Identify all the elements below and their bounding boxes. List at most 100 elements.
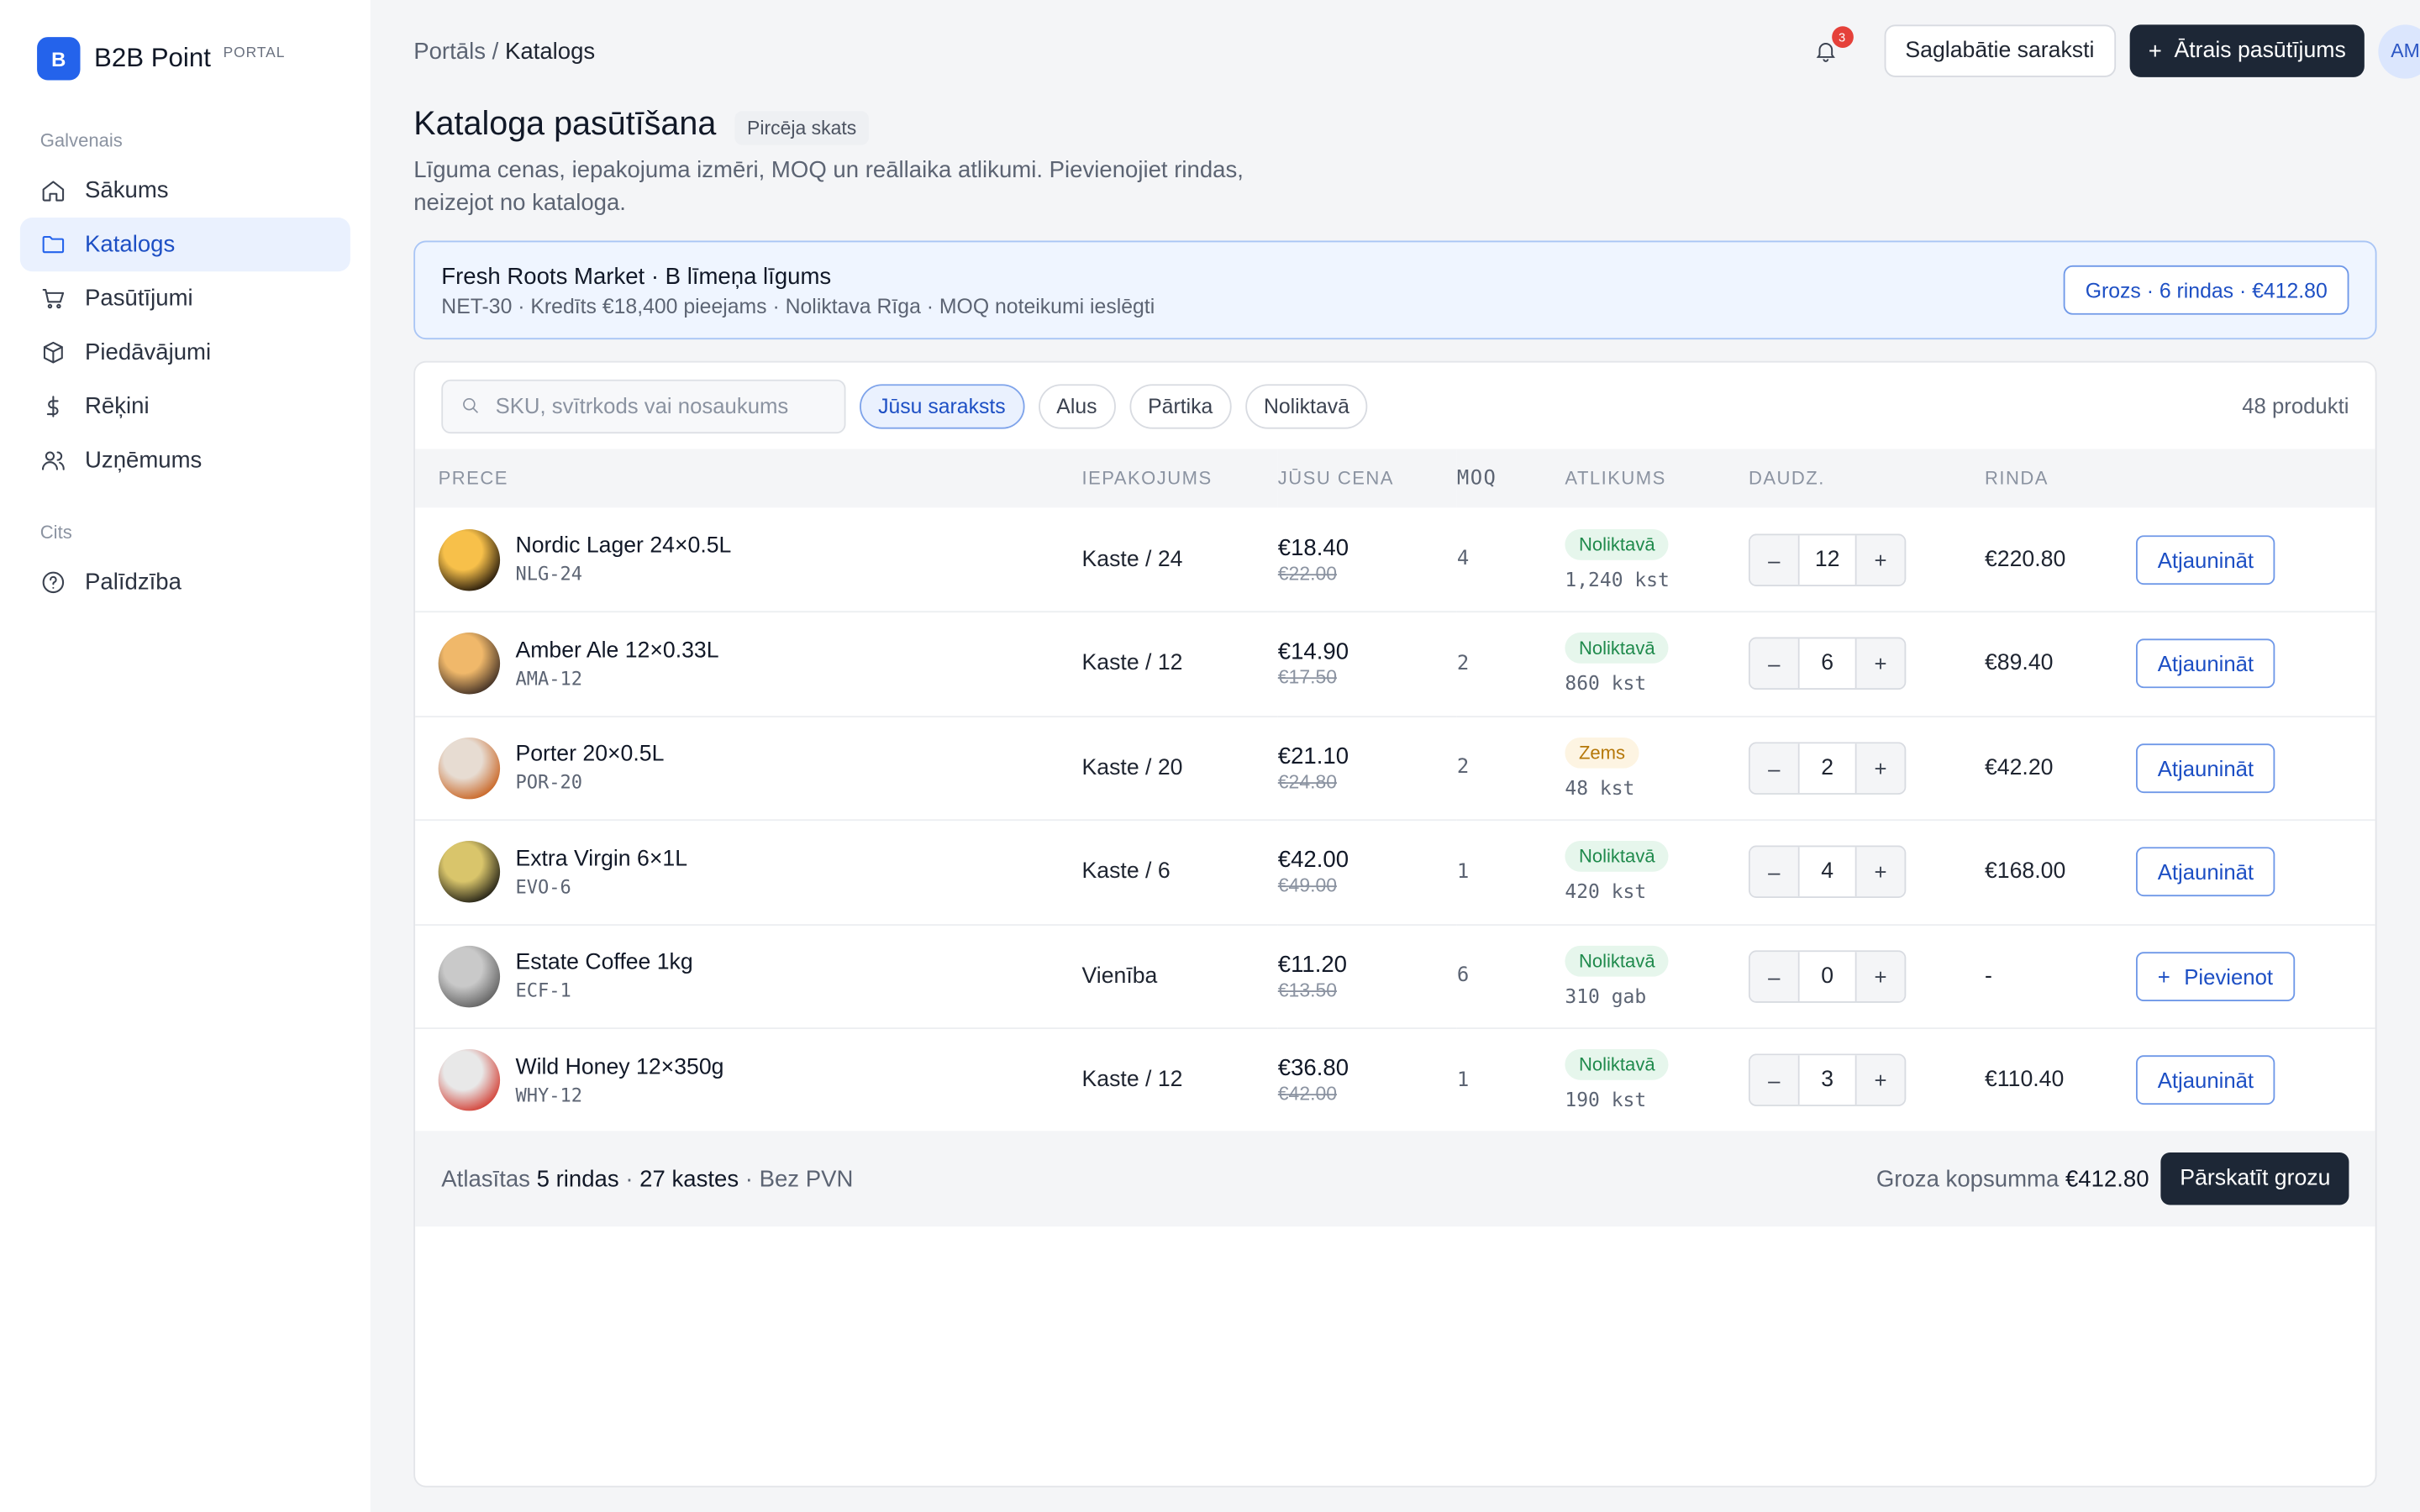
table-row: Wild Honey 12×350g WHY-12 Kaste / 12 €36…: [415, 1028, 2375, 1133]
price-cell: €21.10 €24.80: [1278, 716, 1457, 820]
update-row-button[interactable]: Atjaunināt: [2135, 534, 2275, 585]
chip-beer[interactable]: Alus: [1038, 383, 1116, 428]
increment-button[interactable]: +: [1856, 1055, 1905, 1105]
contract-price: €36.80: [1277, 1055, 1349, 1082]
sidebar-item-help[interactable]: Palīdzība: [20, 555, 350, 609]
breadcrumb-current: Katalogs: [504, 37, 596, 65]
chip-in-stock[interactable]: Noliktavā: [1244, 383, 1368, 428]
product-thumbnail: [438, 945, 501, 1007]
qty-cell: – 0 +: [1748, 924, 1985, 1028]
product[interactable]: Nordic Lager 24×0.5L NLG-24: [438, 528, 1082, 591]
line-total: €89.40: [1984, 651, 2054, 676]
currency-icon: [46, 396, 59, 417]
sidebar-item-catalog[interactable]: Katalogs: [19, 217, 350, 272]
action-cell: Atjaunināt: [2135, 507, 2375, 612]
qty-cell: – 4 +: [1748, 820, 1985, 924]
decrement-button[interactable]: –: [1749, 534, 1798, 585]
quantity-input[interactable]: 2: [1797, 743, 1857, 793]
product[interactable]: Estate Coffee 1kg ECF-1: [438, 945, 1082, 1007]
quantity-input[interactable]: 4: [1797, 847, 1857, 897]
stock-quantity: 1,240 kst: [1565, 566, 1670, 591]
cart-icon: [42, 288, 65, 309]
pack-cell: Kaste / 12: [1081, 1068, 1183, 1093]
product[interactable]: Wild Honey 12×350g WHY-12: [438, 1049, 1082, 1111]
quantity-input[interactable]: 12: [1797, 534, 1857, 585]
row-action-label: Pievienot: [2184, 963, 2274, 989]
cart-total: Groza kopsumma €412.80: [1876, 1166, 2149, 1192]
table-row: Porter 20×0.5L POR-20 Kaste / 20 €21.10 …: [415, 716, 2375, 821]
review-cart-button[interactable]: Pārskatīt grozu: [2161, 1152, 2349, 1205]
stock-quantity: 420 kst: [1565, 879, 1647, 903]
quantity-input[interactable]: 0: [1797, 951, 1857, 1001]
quantity-input[interactable]: 3: [1797, 1055, 1857, 1105]
sidebar-item-offers[interactable]: Piedāvājumi: [20, 326, 350, 380]
product-sku: AMA-12: [515, 667, 583, 690]
sidebar-item-label: Pasūtījumi: [85, 285, 193, 312]
header-line: RINDA: [1984, 467, 2049, 490]
notifications-button[interactable]: 3: [1807, 26, 1853, 70]
avatar[interactable]: AM: [2378, 24, 2420, 78]
sidebar-item-orders[interactable]: Pasūtījumi: [20, 271, 350, 325]
table-row: Estate Coffee 1kg ECF-1 Vienība €11.20 €…: [415, 924, 2375, 1029]
sidebar-item-label: Palīdzība: [85, 569, 182, 596]
update-row-button[interactable]: Atjaunināt: [2135, 1055, 2275, 1105]
update-row-button[interactable]: Atjaunināt: [2135, 847, 2275, 897]
page-title: Kataloga pasūtīšana: [413, 104, 717, 142]
selection-boxes: 27 kastes: [639, 1165, 739, 1192]
catalog-table: PRECE IEPAKOJUMS JŪSU CENA MOQ ATLIKUMS …: [415, 449, 2375, 1133]
product[interactable]: Extra Virgin 6×1L EVO-6: [438, 841, 1082, 903]
increment-button[interactable]: +: [1856, 534, 1905, 585]
pack-cell: Vienība: [1081, 963, 1158, 989]
product[interactable]: Amber Ale 12×0.33L AMA-12: [438, 633, 1082, 695]
search-input[interactable]: SKU, svītrkods vai nosaukums: [441, 378, 846, 433]
product-text: Estate Coffee 1kg ECF-1: [515, 951, 692, 1002]
increment-button[interactable]: +: [1856, 951, 1905, 1001]
quantity-stepper: – 2 +: [1748, 741, 1907, 795]
product[interactable]: Porter 20×0.5L POR-20: [438, 737, 1082, 799]
sidebar-item-home[interactable]: Sākums: [20, 164, 350, 218]
add-row-button[interactable]: + Pievienot: [2135, 951, 2295, 1001]
quantity-stepper: – 6 +: [1748, 638, 1907, 690]
product-cell: Nordic Lager 24×0.5L NLG-24: [415, 507, 1081, 612]
chip-food[interactable]: Pārtika: [1129, 383, 1232, 428]
sidebar-item-company[interactable]: Uzņēmums: [20, 433, 350, 487]
saved-lists-button[interactable]: Saglabātie saraksti: [1883, 24, 2117, 77]
increment-button[interactable]: +: [1856, 743, 1905, 793]
moq-cell: 6: [1456, 964, 1470, 988]
decrement-button[interactable]: –: [1749, 638, 1798, 689]
list-price: €24.80: [1277, 770, 1338, 793]
decrement-button[interactable]: –: [1749, 951, 1798, 1001]
price-cell: €14.90 €17.50: [1278, 612, 1457, 716]
sidebar-item-invoices[interactable]: Rēķini: [20, 380, 350, 433]
decrement-button[interactable]: –: [1749, 847, 1798, 897]
increment-button[interactable]: +: [1856, 638, 1905, 689]
stock-badge: Noliktavā: [1565, 1049, 1670, 1081]
header-price: JŪSU CENA: [1277, 467, 1394, 490]
brand[interactable]: B B2B Point PORTAL: [20, 34, 350, 83]
table-header: PRECE IEPAKOJUMS JŪSU CENA MOQ ATLIKUMS …: [415, 449, 2375, 508]
product-sku: POR-20: [515, 771, 583, 794]
stock-badge: Noliktavā: [1565, 841, 1670, 873]
update-row-button[interactable]: Atjaunināt: [2135, 743, 2275, 793]
product-text: Nordic Lager 24×0.5L NLG-24: [515, 533, 731, 585]
update-row-button[interactable]: Atjaunināt: [2135, 638, 2275, 689]
chip-your-list[interactable]: Jūsu saraksts: [860, 383, 1024, 428]
breadcrumb-root[interactable]: Portāls: [413, 38, 486, 64]
decrement-button[interactable]: –: [1749, 1055, 1798, 1105]
stock-cell: Noliktavā 190 kst: [1565, 1028, 1749, 1132]
sidebar-item-label: Piedāvājumi: [85, 339, 212, 366]
quick-order-button[interactable]: + Ātrais pasūtījums: [2129, 24, 2365, 77]
list-price: €49.00: [1277, 874, 1338, 897]
quantity-input[interactable]: 6: [1797, 638, 1857, 689]
action-cell: Atjaunināt: [2135, 612, 2375, 716]
moq-cell: 2: [1456, 756, 1470, 780]
header-product: PRECE: [438, 467, 508, 490]
decrement-button[interactable]: –: [1749, 743, 1798, 793]
action-cell: Atjaunināt: [2135, 820, 2375, 924]
cart-summary-button[interactable]: Grozs · 6 rindas · €412.80: [2063, 265, 2349, 315]
search-icon: [463, 397, 479, 413]
search-placeholder: SKU, svītrkods vai nosaukums: [495, 393, 789, 418]
list-price: €17.50: [1277, 666, 1338, 689]
increment-button[interactable]: +: [1856, 847, 1905, 897]
sidebar-item-label: Katalogs: [85, 231, 176, 258]
